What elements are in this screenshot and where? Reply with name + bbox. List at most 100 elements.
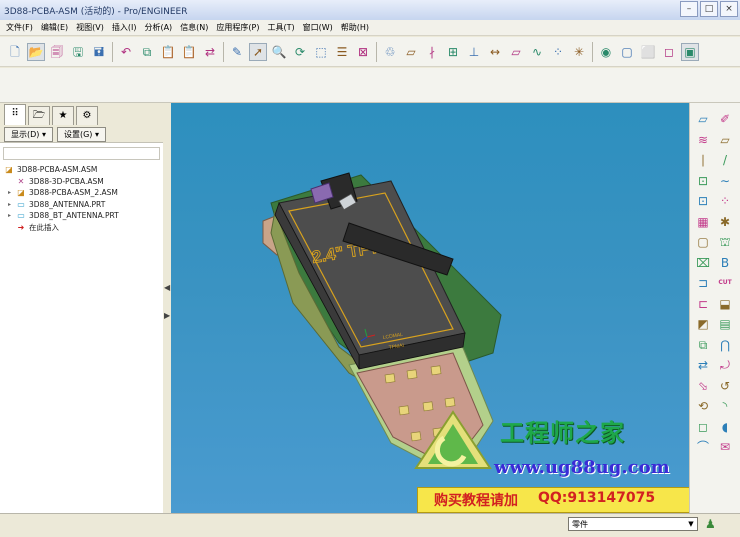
curve-r-icon[interactable]: ∼ (717, 173, 733, 189)
regenerate-icon[interactable]: ⇄ (201, 43, 219, 61)
point-r-icon[interactable]: ⊡ (695, 193, 711, 209)
close-window-icon[interactable]: ⊠ (354, 43, 372, 61)
chevron-down-icon[interactable]: ▼ (685, 518, 697, 530)
chamfer-r-icon[interactable]: ◩ (695, 316, 711, 332)
tree-node[interactable]: ▸ ▭ 3D88_ANTENNA.PRT (4, 199, 163, 211)
spin-icon[interactable]: ⟳ (291, 43, 309, 61)
menu-item[interactable]: 视图(V) (72, 22, 108, 33)
paste-special-icon[interactable]: 📋 (180, 43, 198, 61)
appearance-icon[interactable]: ◉ (597, 43, 615, 61)
menu-item[interactable]: 窗口(W) (299, 22, 337, 33)
collapse-left-icon[interactable]: ◀ (164, 283, 170, 292)
datum-plane-r-icon[interactable]: ⏥ (695, 111, 711, 127)
menu-item[interactable]: 分析(A) (140, 22, 176, 33)
flip-r-icon[interactable]: ⇄ (695, 357, 711, 373)
zoom-icon[interactable]: 🔍 (270, 43, 288, 61)
show-button[interactable]: 显示(D) ▾ (4, 127, 53, 142)
close-button[interactable]: × (720, 1, 738, 17)
minimize-button[interactable]: – (680, 1, 698, 17)
expand-arrow-icon[interactable]: ▸ (8, 189, 14, 196)
expand-arrow-icon[interactable]: ▸ (8, 212, 14, 219)
menu-item[interactable]: 信息(N) (176, 22, 212, 33)
sketch-r-icon[interactable]: ✐ (717, 111, 733, 127)
undo-icon[interactable]: ↶ (117, 43, 135, 61)
panel-sash[interactable]: ◀ ▶ (163, 103, 171, 513)
surface-icon[interactable]: ▱ (507, 43, 525, 61)
expand-arrow-icon[interactable]: ▸ (8, 201, 14, 208)
shell-r-icon[interactable]: ⊐ (695, 275, 711, 291)
datum-plane-icon[interactable]: ⏥ (402, 43, 420, 61)
save-icon[interactable]: 🖫 (69, 43, 87, 61)
tree-filter-field[interactable] (3, 147, 160, 160)
plane-r-icon[interactable]: ▱ (717, 132, 733, 148)
points-r-icon[interactable]: ⁘ (717, 193, 733, 209)
mirror-r-icon[interactable]: ⧉ (695, 337, 711, 353)
edit-definition-icon[interactable]: ✎ (228, 43, 246, 61)
tree-node[interactable]: ➜ 在此插入 (4, 222, 163, 234)
flange-r-icon[interactable]: ⬂ (695, 378, 711, 394)
shading-icon[interactable]: ▣ (681, 42, 699, 61)
notch-r-icon[interactable]: ⌒ (695, 439, 711, 455)
punch-r-icon[interactable]: ◖ (717, 419, 733, 435)
csys-icon[interactable]: ⊥ (465, 43, 483, 61)
point-icon[interactable]: ⁘ (549, 43, 567, 61)
rip-r-icon[interactable]: ◝ (717, 398, 733, 414)
line-r-icon[interactable]: / (717, 152, 733, 168)
analysis-r-icon[interactable]: ✱ (717, 214, 733, 230)
menu-item[interactable]: 应用程序(P) (212, 22, 263, 33)
datum-point-icon[interactable]: ⊞ (444, 43, 462, 61)
menu-item[interactable]: 工具(T) (264, 22, 299, 33)
favorites-icon[interactable]: ★ (52, 106, 74, 125)
layers-icon[interactable]: ☰ (333, 43, 351, 61)
round-r-icon[interactable]: ⬓ (717, 296, 733, 312)
hole-r-icon[interactable]: ⌧ (695, 255, 711, 271)
axis-r-icon[interactable]: ∣ (695, 152, 711, 168)
graphics-viewport[interactable]: 2.4" TFT LCDMAL TPMAI 工程师之家 www.ug88ug.c… (171, 103, 689, 513)
orient-icon[interactable]: ⬚ (312, 43, 330, 61)
rib-r-icon[interactable]: ⊏ (695, 296, 711, 312)
open-folder-icon[interactable]: 📂 (27, 42, 45, 61)
settings-button[interactable]: 设置(G) ▾ (56, 127, 106, 142)
datum-axis-icon[interactable]: ∤ (423, 43, 441, 61)
menu-item[interactable]: 编辑(E) (37, 22, 72, 33)
revolve-r-icon[interactable]: ⛫ (717, 234, 733, 250)
menu-item[interactable]: 文件(F) (2, 22, 37, 33)
menu-item[interactable]: 插入(I) (108, 22, 141, 33)
wireframe-icon[interactable]: ▢ (618, 43, 636, 61)
hidden-line-icon[interactable]: ⬜ (639, 43, 657, 61)
form-r-icon[interactable]: B (717, 255, 733, 271)
form2-r-icon[interactable]: ◻ (695, 419, 711, 435)
open-component-icon[interactable]: 🗐 (48, 43, 66, 61)
spin-center-icon[interactable]: ✳ (570, 43, 588, 61)
expand-right-icon[interactable]: ▶ (164, 311, 170, 320)
maximize-button[interactable]: □ (700, 1, 718, 17)
extrude-r-icon[interactable]: ▢ (695, 234, 711, 250)
unbend-r-icon[interactable]: ⤾ (717, 357, 733, 373)
selection-filter[interactable]: 零件 ▼ (568, 517, 698, 531)
bend-r-icon[interactable]: ⋂ (717, 337, 733, 353)
stamp-r-icon[interactable]: ✉ (717, 439, 733, 455)
twist-r-icon[interactable]: ⟲ (695, 398, 711, 414)
pattern-r-icon[interactable]: ≋ (695, 132, 711, 148)
model-tree-icon[interactable]: ⠿ (4, 104, 26, 125)
repaint-icon[interactable]: ♲ (381, 43, 399, 61)
draft-r-icon[interactable]: ▤ (717, 316, 733, 332)
paste-icon[interactable]: 📋 (159, 43, 177, 61)
cut-r-icon[interactable]: CUT (717, 275, 733, 291)
offset-r-icon[interactable]: ⊡ (695, 173, 711, 189)
tree-node[interactable]: ✕ 3D88-3D-PCBA.ASM (4, 176, 163, 188)
folder-browser-icon[interactable]: 🗁 (28, 106, 50, 125)
tree-node[interactable]: ▸ ▭ 3D88_BT_ANTENNA.PRT (4, 210, 163, 222)
grid-r-icon[interactable]: ▦ (695, 214, 711, 230)
connections-icon[interactable]: ⚙ (76, 106, 98, 125)
menu-item[interactable]: 帮助(H) (337, 22, 373, 33)
corner-r-icon[interactable]: ↺ (717, 378, 733, 394)
select-icon[interactable]: ➚ (249, 42, 267, 61)
tree-node[interactable]: ▸ ◪ 3D88-PCBA-ASM_2.ASM (4, 187, 163, 199)
curve-icon[interactable]: ∿ (528, 43, 546, 61)
tree-node[interactable]: ◪ 3D88-PCBA-ASM.ASM (4, 164, 163, 176)
no-hidden-icon[interactable]: ◻ (660, 43, 678, 61)
save-copy-icon[interactable]: 🖬 (90, 43, 108, 61)
copy-icon[interactable]: ⧉ (138, 43, 156, 61)
dimension-icon[interactable]: ↔ (486, 43, 504, 61)
